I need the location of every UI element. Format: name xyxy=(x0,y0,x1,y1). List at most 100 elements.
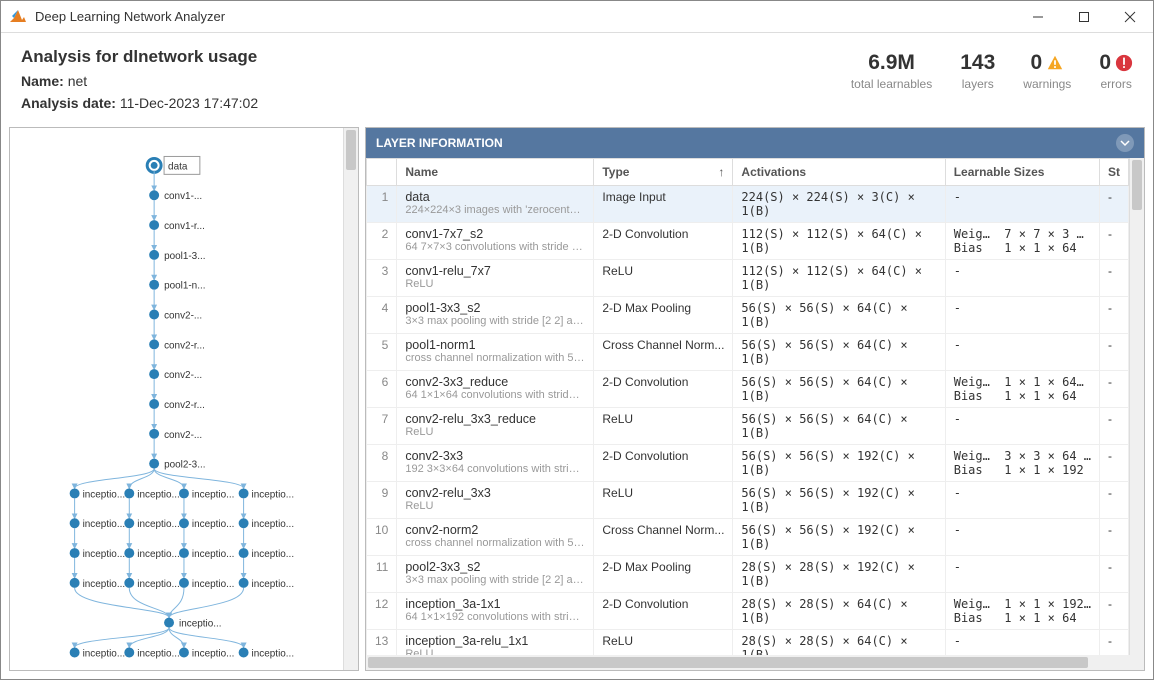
row-type: Image Input xyxy=(594,186,733,223)
svg-text:pool1-3...: pool1-3... xyxy=(164,251,205,262)
row-type: 2-D Max Pooling xyxy=(594,297,733,334)
row-states: - xyxy=(1100,334,1129,371)
window-title: Deep Learning Network Analyzer xyxy=(35,9,1015,24)
col-activations[interactable]: Activations xyxy=(733,159,945,186)
row-learnable: - xyxy=(945,334,1099,371)
maximize-button[interactable] xyxy=(1061,1,1107,33)
row-name: conv2-relu_3x3_reduceReLU xyxy=(397,408,594,445)
matlab-icon xyxy=(9,8,27,26)
col-name[interactable]: Name xyxy=(397,159,594,186)
row-activations: 56(S) × 56(S) × 192(C) × 1(B) xyxy=(733,445,945,482)
svg-text:conv1-...: conv1-... xyxy=(164,191,202,202)
row-learnable: - xyxy=(945,297,1099,334)
svg-text:inceptio...: inceptio... xyxy=(137,579,180,590)
table-row[interactable]: 2 conv1-7x7_s264 7×7×3 convolutions with… xyxy=(367,223,1129,260)
row-activations: 28(S) × 28(S) × 192(C) × 1(B) xyxy=(733,556,945,593)
row-learnable: - xyxy=(945,630,1099,656)
svg-text:inceptio...: inceptio... xyxy=(252,579,295,590)
row-activations: 56(S) × 56(S) × 64(C) × 1(B) xyxy=(733,371,945,408)
table-row[interactable]: 3 conv1-relu_7x7ReLU ReLU 112(S) × 112(S… xyxy=(367,260,1129,297)
metric-errors: 0 errors xyxy=(1099,51,1133,91)
table-row[interactable]: 9 conv2-relu_3x3ReLU ReLU 56(S) × 56(S) … xyxy=(367,482,1129,519)
analysis-date: Analysis date: 11-Dec-2023 17:47:02 xyxy=(21,95,258,111)
row-index: 13 xyxy=(367,630,397,656)
table-row[interactable]: 4 pool1-3x3_s23×3 max pooling with strid… xyxy=(367,297,1129,334)
table-row[interactable]: 6 conv2-3x3_reduce64 1×1×64 convolutions… xyxy=(367,371,1129,408)
svg-text:inceptio...: inceptio... xyxy=(137,519,180,530)
svg-text:inceptio...: inceptio... xyxy=(192,648,235,659)
row-index: 1 xyxy=(367,186,397,223)
col-states[interactable]: St xyxy=(1100,159,1129,186)
svg-text:inceptio...: inceptio... xyxy=(83,519,126,530)
row-states: - xyxy=(1100,593,1129,630)
row-name: conv2-norm2cross channel normalization w… xyxy=(397,519,594,556)
row-states: - xyxy=(1100,297,1129,334)
svg-text:conv2-...: conv2-... xyxy=(164,370,202,381)
svg-text:inceptio...: inceptio... xyxy=(83,579,126,590)
svg-text:conv2-r...: conv2-r... xyxy=(164,340,205,351)
row-name: conv2-3x3192 3×3×64 convolutions with st… xyxy=(397,445,594,482)
close-button[interactable] xyxy=(1107,1,1153,33)
table-pane: LAYER INFORMATION Name Type↑ Activations xyxy=(365,127,1145,671)
row-activations: 112(S) × 112(S) × 64(C) × 1(B) xyxy=(733,223,945,260)
row-states: - xyxy=(1100,482,1129,519)
error-icon xyxy=(1115,54,1133,72)
row-states: - xyxy=(1100,260,1129,297)
row-index: 9 xyxy=(367,482,397,519)
minimize-button[interactable] xyxy=(1015,1,1061,33)
table-row[interactable]: 1 data224×224×3 images with 'zerocenter'… xyxy=(367,186,1129,223)
table-row[interactable]: 11 pool2-3x3_s23×3 max pooling with stri… xyxy=(367,556,1129,593)
row-name: conv2-3x3_reduce64 1×1×64 convolutions w… xyxy=(397,371,594,408)
network-name: Name: net xyxy=(21,73,258,89)
row-states: - xyxy=(1100,556,1129,593)
row-states: - xyxy=(1100,186,1129,223)
col-index[interactable] xyxy=(367,159,397,186)
table-vertical-scrollbar[interactable] xyxy=(1129,158,1144,655)
row-learnable: - xyxy=(945,519,1099,556)
svg-text:data: data xyxy=(168,161,188,172)
graph-pane[interactable]: dataconv1-...conv1-r...pool1-3...pool1-n… xyxy=(9,127,359,671)
graph-scrollbar[interactable] xyxy=(343,128,358,670)
table-row[interactable]: 5 pool1-norm1cross channel normalization… xyxy=(367,334,1129,371)
row-states: - xyxy=(1100,223,1129,260)
row-learnable: Weig… 3 × 3 × 64 … Bias 1 × 1 × 192 xyxy=(945,445,1099,482)
section-menu-icon[interactable] xyxy=(1116,134,1134,152)
row-index: 12 xyxy=(367,593,397,630)
svg-text:inceptio...: inceptio... xyxy=(179,619,222,630)
table-horizontal-scrollbar[interactable] xyxy=(366,655,1144,670)
row-type: 2-D Convolution xyxy=(594,445,733,482)
table-row[interactable]: 8 conv2-3x3192 3×3×64 convolutions with … xyxy=(367,445,1129,482)
row-index: 5 xyxy=(367,334,397,371)
svg-text:inceptio...: inceptio... xyxy=(252,648,295,659)
svg-text:inceptio...: inceptio... xyxy=(192,489,235,500)
table-row[interactable]: 10 conv2-norm2cross channel normalizatio… xyxy=(367,519,1129,556)
row-activations: 28(S) × 28(S) × 64(C) × 1(B) xyxy=(733,630,945,656)
row-type: ReLU xyxy=(594,408,733,445)
row-name: pool1-norm1cross channel normalization w… xyxy=(397,334,594,371)
row-type: ReLU xyxy=(594,630,733,656)
svg-text:pool1-n...: pool1-n... xyxy=(164,281,205,292)
row-learnable: Weig… 1 × 1 × 192… Bias 1 × 1 × 64 xyxy=(945,593,1099,630)
svg-text:inceptio...: inceptio... xyxy=(137,549,180,560)
row-name: conv1-relu_7x7ReLU xyxy=(397,260,594,297)
row-activations: 56(S) × 56(S) × 192(C) × 1(B) xyxy=(733,519,945,556)
table-row[interactable]: 13 inception_3a-relu_1x1ReLU ReLU 28(S) … xyxy=(367,630,1129,656)
row-type: Cross Channel Norm... xyxy=(594,334,733,371)
row-name: conv1-7x7_s264 7×7×3 convolutions with s… xyxy=(397,223,594,260)
row-activations: 56(S) × 56(S) × 64(C) × 1(B) xyxy=(733,297,945,334)
row-index: 2 xyxy=(367,223,397,260)
layer-table[interactable]: Name Type↑ Activations Learnable Sizes S… xyxy=(366,158,1129,655)
svg-text:inceptio...: inceptio... xyxy=(252,549,295,560)
page-title: Analysis for dlnetwork usage xyxy=(21,47,258,67)
table-row[interactable]: 12 inception_3a-1x164 1×1×192 convolutio… xyxy=(367,593,1129,630)
network-graph[interactable]: dataconv1-...conv1-r...pool1-3...pool1-n… xyxy=(10,128,343,670)
table-row[interactable]: 7 conv2-relu_3x3_reduceReLU ReLU 56(S) ×… xyxy=(367,408,1129,445)
row-learnable: - xyxy=(945,186,1099,223)
col-type[interactable]: Type↑ xyxy=(594,159,733,186)
metric-learnables: 6.9M total learnables xyxy=(851,51,932,91)
row-activations: 28(S) × 28(S) × 64(C) × 1(B) xyxy=(733,593,945,630)
col-learnable[interactable]: Learnable Sizes xyxy=(945,159,1099,186)
row-type: 2-D Convolution xyxy=(594,371,733,408)
sort-arrow-icon: ↑ xyxy=(718,165,724,179)
row-states: - xyxy=(1100,445,1129,482)
